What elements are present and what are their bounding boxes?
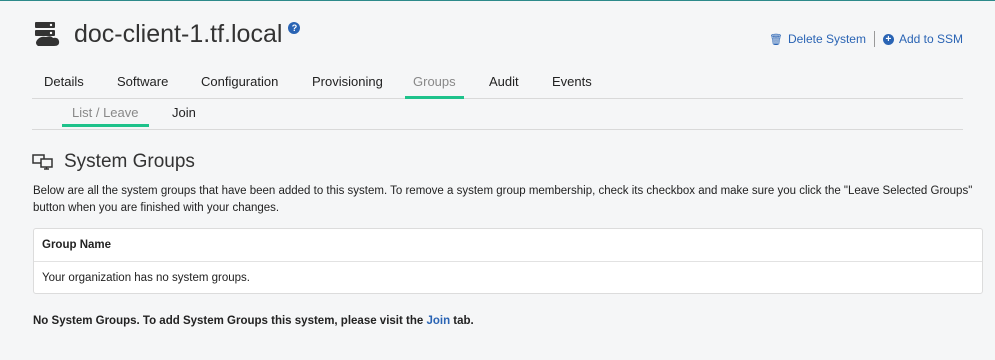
footer-note-prefix: No System Groups. To add System Groups t… — [33, 315, 427, 327]
tab-provisioning[interactable]: Provisioning — [312, 74, 383, 95]
tab-events[interactable]: Events — [552, 74, 592, 95]
sub-tabs: List / Leave Join — [32, 105, 963, 130]
footer-note-suffix: tab. — [450, 315, 474, 327]
help-icon[interactable]: ? — [288, 22, 301, 34]
section-title: System Groups — [64, 151, 195, 172]
main-tabs: Details Software Configuration Provision… — [32, 74, 963, 99]
section-header: System Groups — [32, 151, 195, 173]
delete-system-button[interactable]: 🗑 Delete System — [769, 32, 866, 46]
add-to-ssm-label: Add to SSM — [898, 32, 963, 46]
tab-details[interactable]: Details — [44, 74, 84, 95]
subtab-join[interactable]: Join — [172, 105, 196, 120]
groups-table: Group Name Your organization has no syst… — [33, 228, 983, 294]
tab-configuration[interactable]: Configuration — [201, 74, 278, 95]
column-header-group-name[interactable]: Group Name — [34, 229, 982, 262]
plus-circle-icon: + — [882, 33, 894, 45]
join-link[interactable]: Join — [426, 315, 450, 327]
subtab-list-leave[interactable]: List / Leave — [62, 105, 148, 127]
trash-icon: 🗑 — [768, 33, 783, 46]
server-icon — [35, 22, 60, 46]
tab-audit[interactable]: Audit — [489, 74, 519, 95]
empty-table-message: Your organization has no system groups. — [42, 272, 250, 284]
monitors-icon — [32, 154, 53, 170]
divider — [873, 31, 875, 47]
page-header: doc-client-1.tf.local ? — [32, 19, 301, 49]
add-to-ssm-button[interactable]: + Add to SSM — [882, 32, 963, 46]
header-actions: 🗑 Delete System + Add to SSM — [769, 31, 963, 47]
section-description: Below are all the system groups that hav… — [33, 185, 973, 214]
delete-system-label: Delete System — [787, 32, 866, 46]
page-title: doc-client-1.tf.local — [74, 19, 283, 48]
tab-software[interactable]: Software — [117, 74, 168, 95]
footer-note: No System Groups. To add System Groups t… — [33, 315, 474, 327]
tab-groups[interactable]: Groups — [405, 74, 464, 99]
